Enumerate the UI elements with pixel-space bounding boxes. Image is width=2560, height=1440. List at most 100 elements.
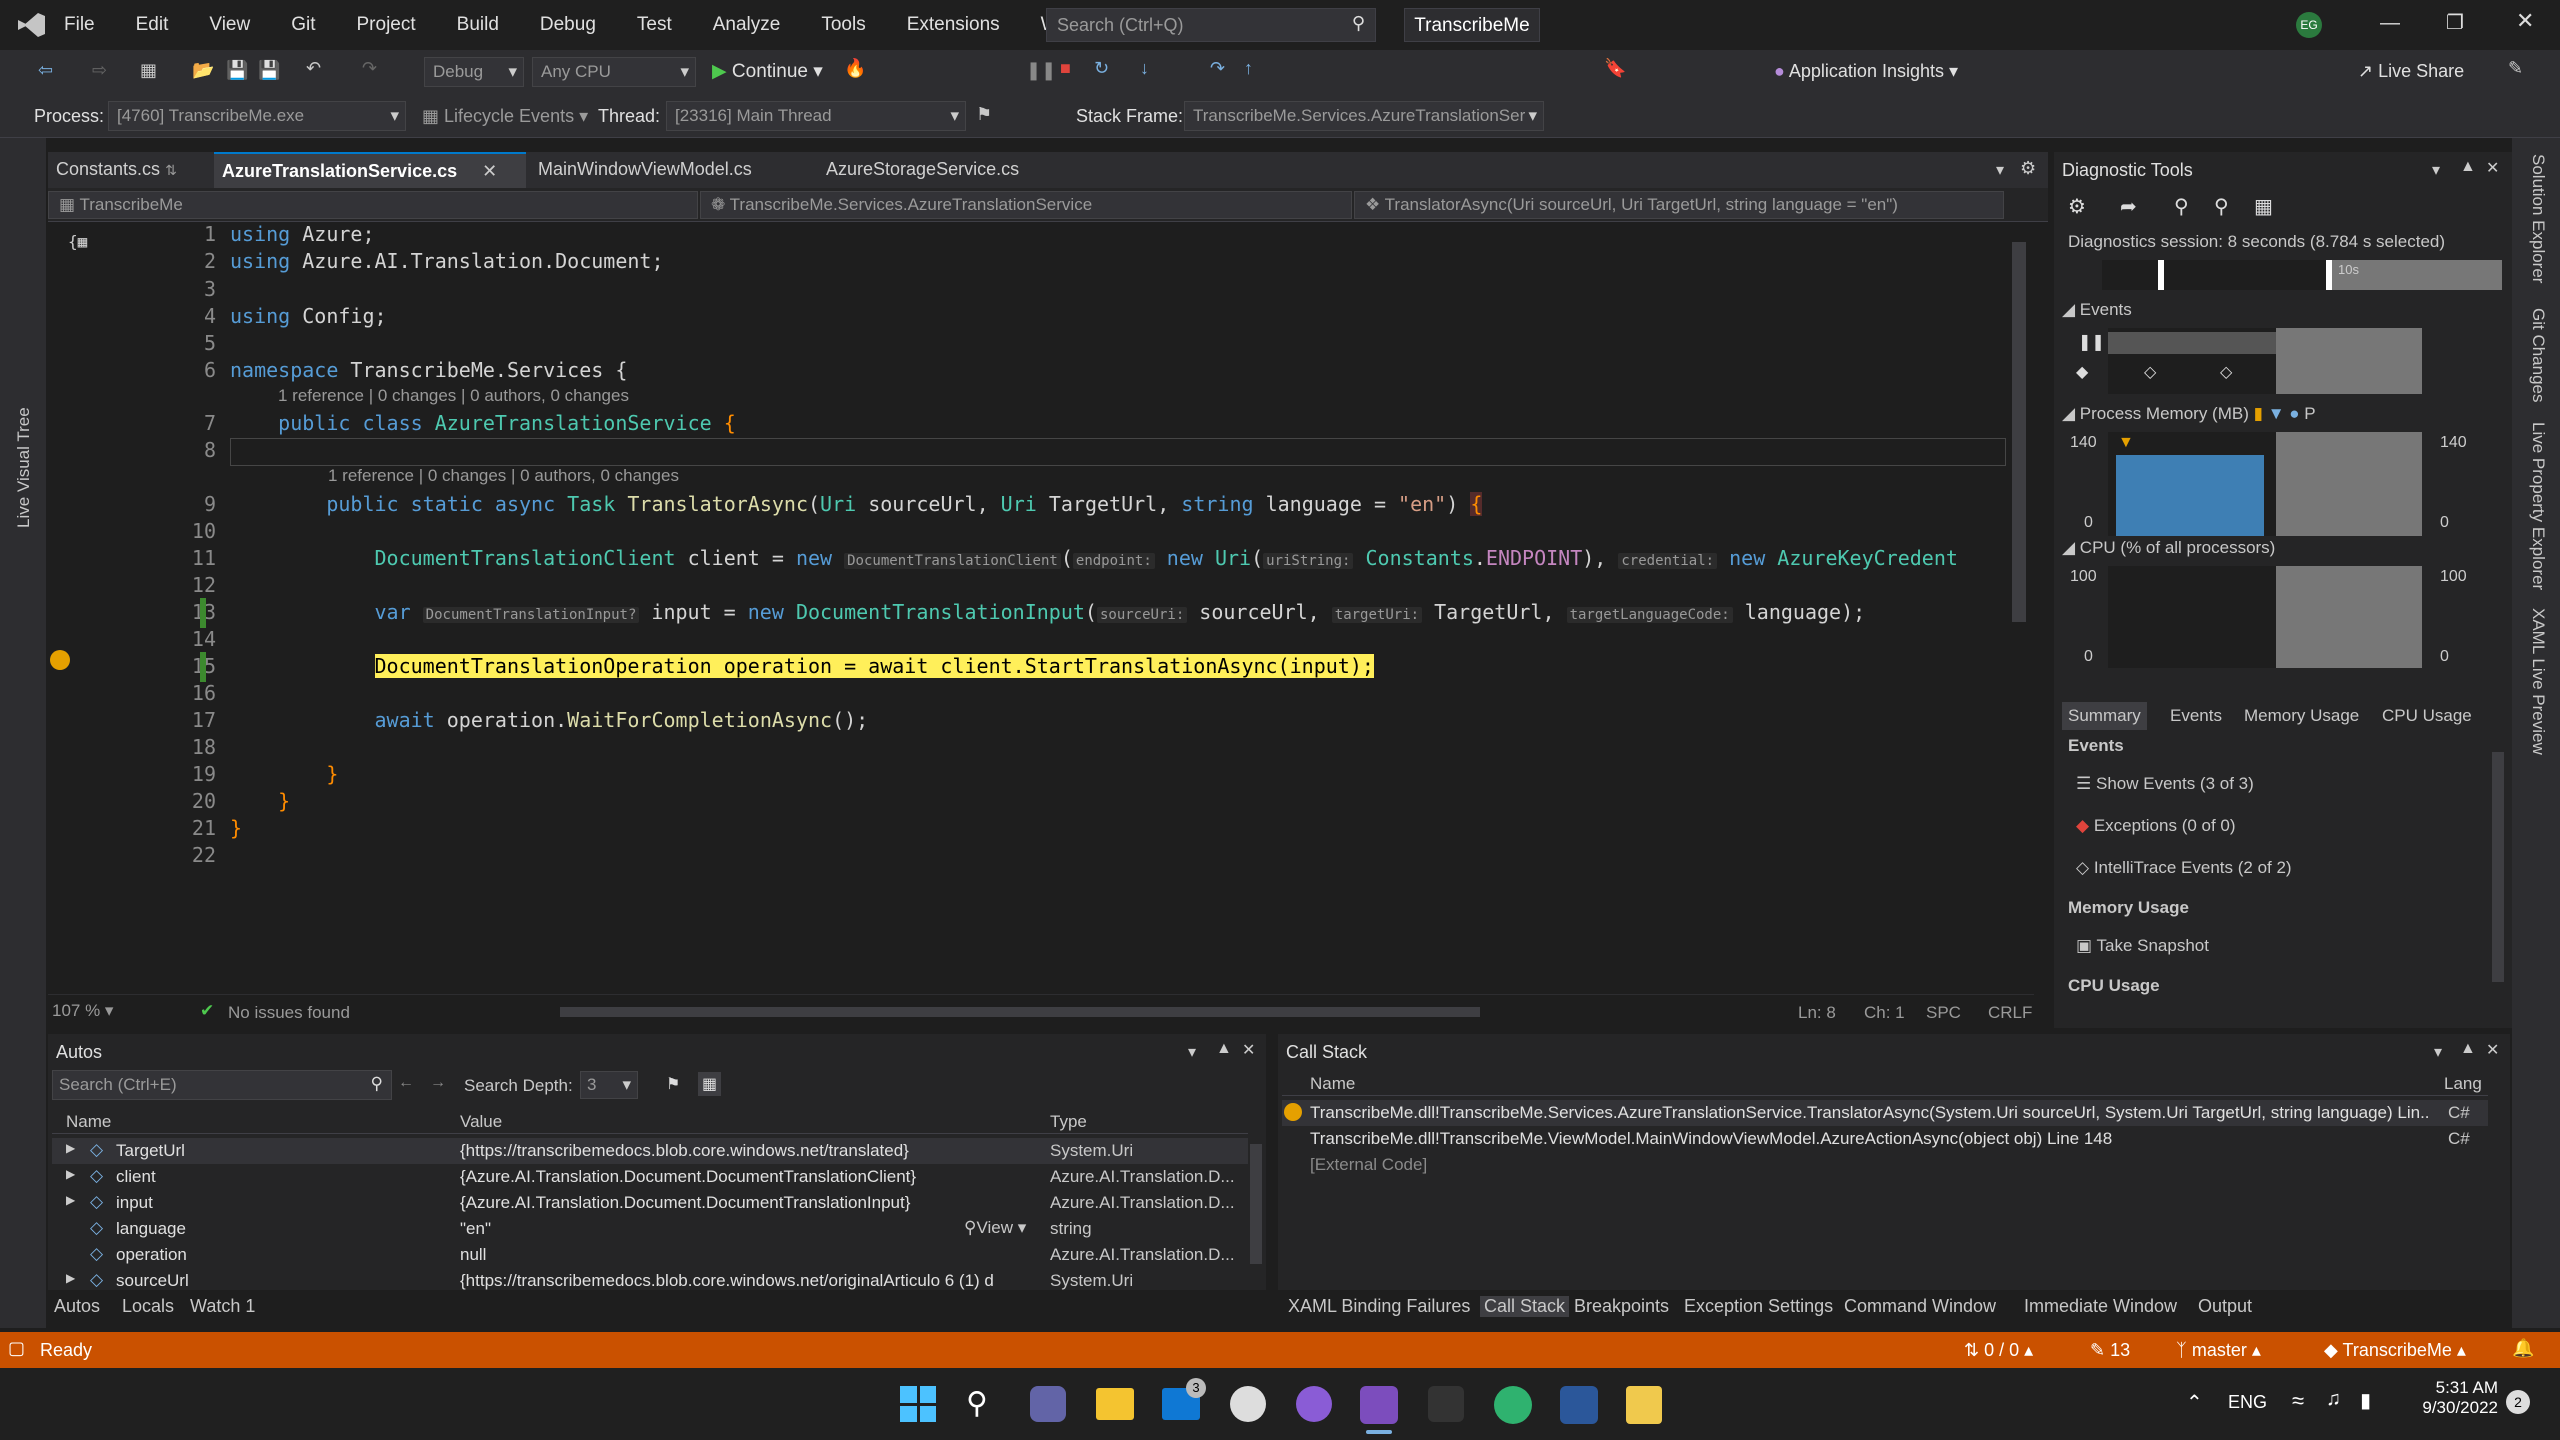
column-indicator[interactable]: Ch: 1 — [1864, 1003, 1905, 1023]
flag-icon[interactable]: ⚑ — [976, 104, 992, 125]
variable-value[interactable]: "en" — [460, 1219, 1020, 1239]
close-icon[interactable]: ✕ — [2486, 158, 2499, 178]
start-icon[interactable] — [900, 1386, 936, 1422]
menu-item-file[interactable]: File — [64, 14, 95, 36]
new-project-icon[interactable]: ▦ — [140, 60, 157, 81]
pending-edits-status[interactable]: ✎ 13 — [2090, 1340, 2130, 1361]
pin-icon[interactable]: ▲ — [2460, 1040, 2476, 1058]
cpu-header[interactable]: ◢ CPU (% of all processors) — [2062, 538, 2275, 558]
settings-icon[interactable]: ⚙ — [2068, 194, 2086, 219]
pin-icon[interactable]: ▲ — [1216, 1040, 1232, 1058]
live-property-explorer-tab[interactable]: Live Property Explorer — [2528, 422, 2548, 590]
open-icon[interactable]: 📂 — [192, 60, 214, 81]
menu-item-view[interactable]: View — [209, 14, 250, 36]
undo-icon[interactable]: ↶ — [306, 58, 321, 79]
zoom-out-icon[interactable]: ⚲ — [2214, 194, 2229, 219]
gear-icon[interactable]: ⚙ — [2020, 158, 2036, 179]
xaml-live-preview-tab[interactable]: XAML Live Preview — [2528, 608, 2548, 755]
git-changes-tab[interactable]: Git Changes — [2528, 308, 2548, 403]
restart-icon[interactable]: ↻ — [1094, 58, 1109, 79]
hot-reload-margin-icon[interactable]: {▦ — [68, 232, 87, 251]
menu-item-extensions[interactable]: Extensions — [907, 14, 1000, 36]
minimize-icon[interactable]: — — [2380, 12, 2400, 35]
tab-breakpoints[interactable]: Breakpoints — [1574, 1296, 1669, 1317]
exceptions-link[interactable]: ◆ Exceptions (0 of 0) — [2076, 816, 2236, 836]
close-icon[interactable]: ✕ — [1242, 1040, 1255, 1060]
tab-exception-settings[interactable]: Exception Settings — [1684, 1296, 1833, 1317]
output-icon[interactable]: ▢ — [8, 1338, 25, 1359]
autos-search-input[interactable]: Search (Ctrl+E) ⚲ — [52, 1070, 392, 1100]
variable-value[interactable]: {https://transcribemedocs.blob.core.wind… — [460, 1271, 1020, 1291]
expand-icon[interactable]: ▶ — [66, 1141, 75, 1155]
variable-value[interactable]: {Azure.AI.Translation.Document.DocumentT… — [460, 1167, 1020, 1187]
issues-status[interactable]: No issues found — [228, 1003, 350, 1023]
autos-row[interactable]: ◇ operation null Azure.AI.Translation.D... — [52, 1242, 1248, 1268]
intellitrace-event-icon[interactable]: ◇ — [2220, 362, 2232, 382]
forward-icon[interactable]: → — [430, 1074, 446, 1092]
avatar[interactable]: EG — [2296, 12, 2322, 38]
github-icon[interactable] — [1296, 1386, 1332, 1422]
solution-explorer-tab[interactable]: Solution Explorer — [2528, 154, 2548, 283]
reset-zoom-icon[interactable]: ▦ — [2254, 194, 2273, 219]
zoom-in-icon[interactable]: ⚲ — [2174, 194, 2189, 219]
call-stack-row[interactable]: TranscribeMe.dll!TranscribeMe.Services.A… — [1282, 1100, 2488, 1126]
diag-tab-memory-usage[interactable]: Memory Usage — [2238, 702, 2365, 730]
line-ending-indicator[interactable]: CRLF — [1988, 1003, 2032, 1023]
expand-icon[interactable]: ▶ — [66, 1271, 75, 1285]
diag-tab-summary[interactable]: Summary — [2062, 702, 2147, 730]
pause-icon[interactable]: ❚❚ — [1026, 60, 1056, 81]
step-into-icon[interactable]: ↓ — [1140, 58, 1149, 79]
tab-autos[interactable]: Autos — [54, 1296, 100, 1317]
pin-icon[interactable]: ⇅ — [165, 162, 177, 178]
col-name[interactable]: Name — [66, 1112, 111, 1132]
search-box[interactable]: Search (Ctrl+Q) ⚲ — [1046, 8, 1376, 42]
bookmark-icon[interactable]: 🔖 — [1604, 58, 1626, 79]
search-icon[interactable]: ⚲ — [966, 1386, 988, 1421]
tab-command-window[interactable]: Command Window — [1844, 1296, 1996, 1317]
export-icon[interactable]: ➦ — [2120, 194, 2137, 219]
edge-icon[interactable] — [1494, 1386, 1532, 1424]
memory-header[interactable]: ◢ Process Memory (MB) ▮ ▼ ● P — [2062, 404, 2316, 424]
code-editor[interactable]: 12345678910111213141516171819202122 {▦ u… — [48, 222, 2026, 994]
search-depth-select[interactable]: 3 ▾ — [580, 1071, 638, 1099]
menu-item-test[interactable]: Test — [637, 14, 672, 36]
repo-status[interactable]: ◆ TranscribeMe ▴ — [2324, 1340, 2466, 1361]
chevron-down-icon[interactable]: ▾ — [1188, 1042, 1196, 1062]
pin-icon[interactable]: ▲ — [2460, 158, 2476, 176]
restore-icon[interactable]: ❐ — [2446, 10, 2464, 35]
process-select[interactable]: [4760] TranscribeMe.exe ▾ — [108, 101, 406, 131]
expand-icon[interactable]: ▶ — [66, 1193, 75, 1207]
close-icon[interactable]: ✕ — [2516, 8, 2534, 34]
branch-status[interactable]: ᛉ master ▴ — [2176, 1340, 2261, 1361]
show-events-link[interactable]: ☰ Show Events (3 of 3) — [2076, 774, 2254, 794]
variable-value[interactable]: null — [460, 1245, 1020, 1265]
menu-item-edit[interactable]: Edit — [136, 14, 169, 36]
events-header[interactable]: ◢ Events — [2062, 300, 2132, 320]
code-lens[interactable]: 1 reference | 0 changes | 0 authors, 0 c… — [278, 386, 629, 406]
redo-icon[interactable]: ↷ — [362, 58, 377, 79]
autos-scrollbar[interactable] — [1250, 1144, 1262, 1264]
feedback-icon[interactable]: ✎ — [2508, 58, 2523, 79]
tab-locals[interactable]: Locals — [122, 1296, 174, 1317]
intellitrace-event-icon[interactable]: ◇ — [2144, 362, 2156, 382]
continue-button[interactable]: ▶ Continue ▾ — [712, 60, 823, 83]
timeline-start-handle[interactable] — [2158, 260, 2164, 290]
tab-immediate-window[interactable]: Immediate Window — [2024, 1296, 2177, 1317]
live-share-button[interactable]: ↗ Live Share — [2358, 61, 2464, 82]
variable-value[interactable]: {Azure.AI.Translation.Document.DocumentT… — [460, 1193, 1020, 1213]
member-dropdown[interactable]: ❖ TranslatorAsync(Uri sourceUrl, Uri Tar… — [1354, 191, 2004, 219]
expand-icon[interactable]: ▶ — [66, 1167, 75, 1181]
live-visual-tree-tab[interactable]: Live Visual Tree — [14, 407, 34, 528]
menu-item-project[interactable]: Project — [357, 14, 416, 36]
tab-overflow-icon[interactable]: ▾ — [1996, 160, 2004, 180]
col-value[interactable]: Value — [460, 1112, 502, 1132]
file-explorer-icon[interactable] — [1096, 1388, 1134, 1420]
tab-xaml-binding-failures[interactable]: XAML Binding Failures — [1288, 1296, 1470, 1317]
back-icon[interactable]: ⇦ — [38, 60, 53, 81]
notifications-icon[interactable]: 🔔 — [2512, 1338, 2534, 1359]
tab-constants[interactable]: Constants.cs ⇅ — [48, 152, 210, 188]
col-lang[interactable]: Lang — [2444, 1074, 2482, 1094]
autos-row[interactable]: ▶ ◇ sourceUrl {https://transcribemedocs.blo… — [52, 1268, 1248, 1294]
back-icon[interactable]: ← — [398, 1074, 414, 1092]
forward-icon[interactable]: ⇨ — [92, 60, 107, 81]
